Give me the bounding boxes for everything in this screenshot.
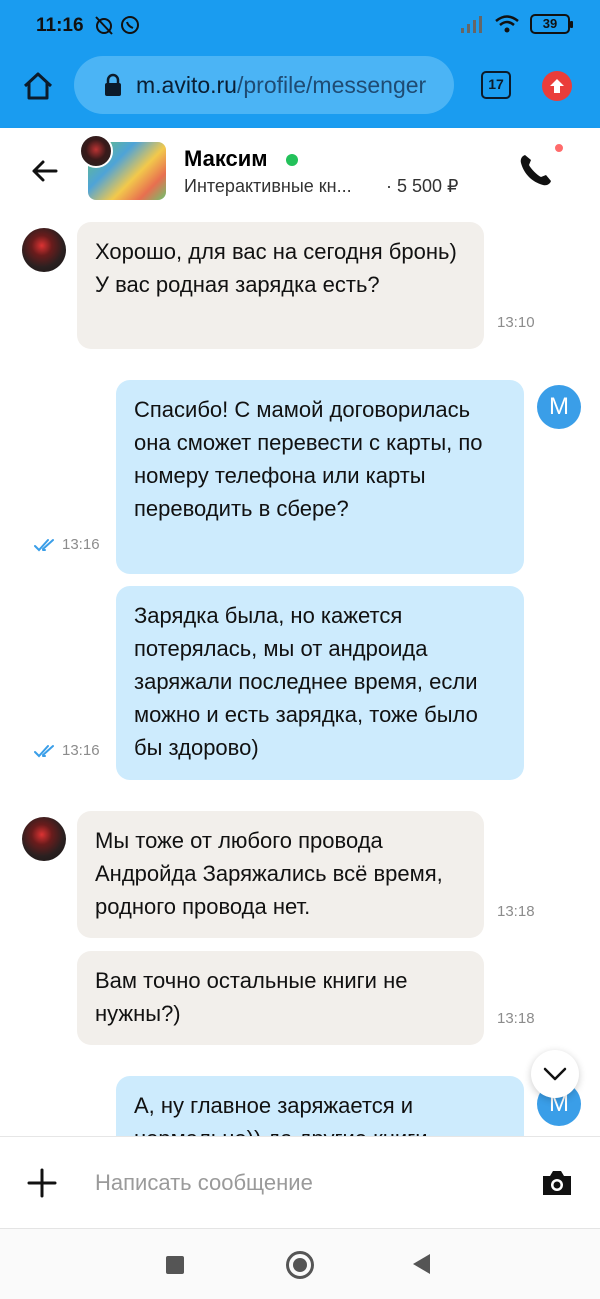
battery-icon: 39 [530,14,573,34]
sender-avatar [22,817,66,861]
item-price: · 5 500 ₽ [386,176,459,196]
browser-home-button[interactable] [18,66,58,106]
message-text: Зарядка была, но кажется потерялась, мы … [134,603,478,760]
address-url: m.avito.ru/profile/messenger [136,72,436,99]
browser-chrome: 11:16 39 m.avito.ru/profile/messenger 17 [0,0,600,128]
attach-plus-icon[interactable] [26,1167,58,1199]
contact-name[interactable]: Максим [184,146,268,172]
message-text: Хорошо, для вас на сегодня бронь) У вас … [95,239,457,297]
recent-apps-button[interactable] [166,1256,184,1274]
chevron-down-icon [543,1067,567,1081]
whatsapp-icon [121,16,139,34]
status-bar: 11:16 39 [0,0,600,54]
message-text: А, ну главное заряжается и нормально)) д… [134,1093,427,1136]
back-nav-button[interactable] [413,1254,430,1274]
message-time: 13:16 [62,536,100,553]
my-avatar: М [537,385,581,429]
message-time: 13:16 [62,742,100,759]
camera-icon[interactable] [540,1167,574,1199]
screen: 11:16 39 m.avito.ru/profile/messenger 17 [0,0,600,1299]
chat-header: Максим Интерактивные кн... · 5 500 ₽ [0,128,600,214]
home-icon [23,72,53,100]
url-path: /profile/messenger [236,71,427,98]
message-list[interactable]: Хорошо, для вас на сегодня бронь) У вас … [0,214,600,1136]
incoming-message[interactable]: Мы тоже от любого провода Андройда Заряж… [77,811,484,938]
message-text: Мы тоже от любого провода Андройда Заряж… [95,828,443,919]
message-input[interactable]: Написать сообщение [95,1170,313,1196]
status-notification-icons [93,14,141,36]
lock-icon [105,73,121,96]
arrow-left-icon [32,160,58,182]
message-text: Спасибо! С мамой договорилась она сможет… [134,397,483,521]
read-ticks-icon [34,744,54,757]
status-time: 11:16 [36,15,84,36]
back-button[interactable] [24,151,64,191]
incoming-message[interactable]: Хорошо, для вас на сегодня бронь) У вас … [77,222,484,349]
arrow-up-icon [550,79,564,93]
scroll-down-button[interactable] [531,1050,579,1098]
alarm-off-icon [95,16,113,35]
message-text: Вам точно остальные книги не нужны?) [95,968,408,1026]
phone-icon[interactable] [516,150,556,190]
update-button[interactable] [542,71,572,101]
message-time: 13:18 [497,1010,535,1027]
outgoing-message[interactable]: Зарядка была, но кажется потерялась, мы … [116,586,524,780]
incoming-message[interactable]: Вам точно остальные книги не нужны?) [77,951,484,1045]
system-navigation-bar [0,1228,600,1299]
message-time: 13:10 [497,314,535,331]
seller-avatar [79,134,113,168]
signal-icon [461,16,482,33]
wifi-icon [495,15,519,33]
call-notification-dot [553,142,565,154]
outgoing-message[interactable]: Спасибо! С мамой договорилась она сможет… [116,380,524,574]
message-time: 13:18 [497,903,535,920]
item-title[interactable]: Интерактивные кн... [184,176,352,197]
sender-avatar [22,228,66,272]
outgoing-message[interactable]: А, ну главное заряжается и нормально)) д… [116,1076,524,1136]
url-host: m.avito.ru [136,71,237,98]
read-ticks-icon [34,538,54,551]
message-status: 13:16 [34,536,100,553]
home-nav-button[interactable] [286,1251,314,1279]
online-indicator [286,154,298,166]
address-bar[interactable]: m.avito.ru/profile/messenger [74,56,454,114]
tabs-count-button[interactable]: 17 [481,71,511,99]
message-composer: Написать сообщение [0,1136,600,1228]
status-system-icons: 39 [460,14,573,34]
message-status: 13:16 [34,742,100,759]
